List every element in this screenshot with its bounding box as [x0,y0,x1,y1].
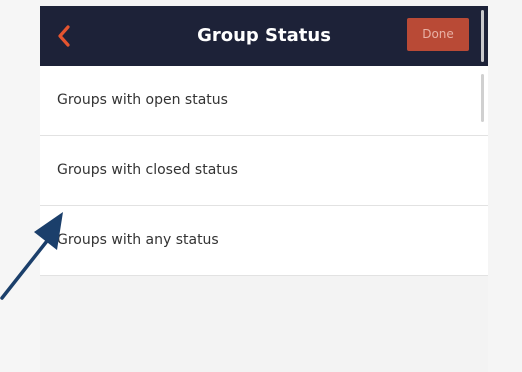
option-label: Groups with any status [57,232,219,248]
chevron-left-icon [58,25,70,47]
phone-screen: Group Status Done Groups with open statu… [40,6,488,372]
navigation-bar: Group Status Done [40,6,488,66]
page: Group Status Done Groups with open statu… [0,0,522,372]
list-scrollbar-thumb[interactable] [481,74,484,122]
option-any-status[interactable]: Groups with any status [40,206,488,276]
option-open-status[interactable]: Groups with open status [40,66,488,136]
option-closed-status[interactable]: Groups with closed status [40,136,488,206]
page-title: Group Status [197,25,331,46]
status-option-list: Groups with open status Groups with clos… [40,66,488,276]
option-label: Groups with open status [57,92,228,108]
done-button[interactable]: Done [407,18,469,51]
back-button[interactable] [50,20,78,52]
scrollbar-thumb[interactable] [481,10,484,62]
option-label: Groups with closed status [57,162,238,178]
background-left [0,0,40,372]
background-right [488,0,522,372]
